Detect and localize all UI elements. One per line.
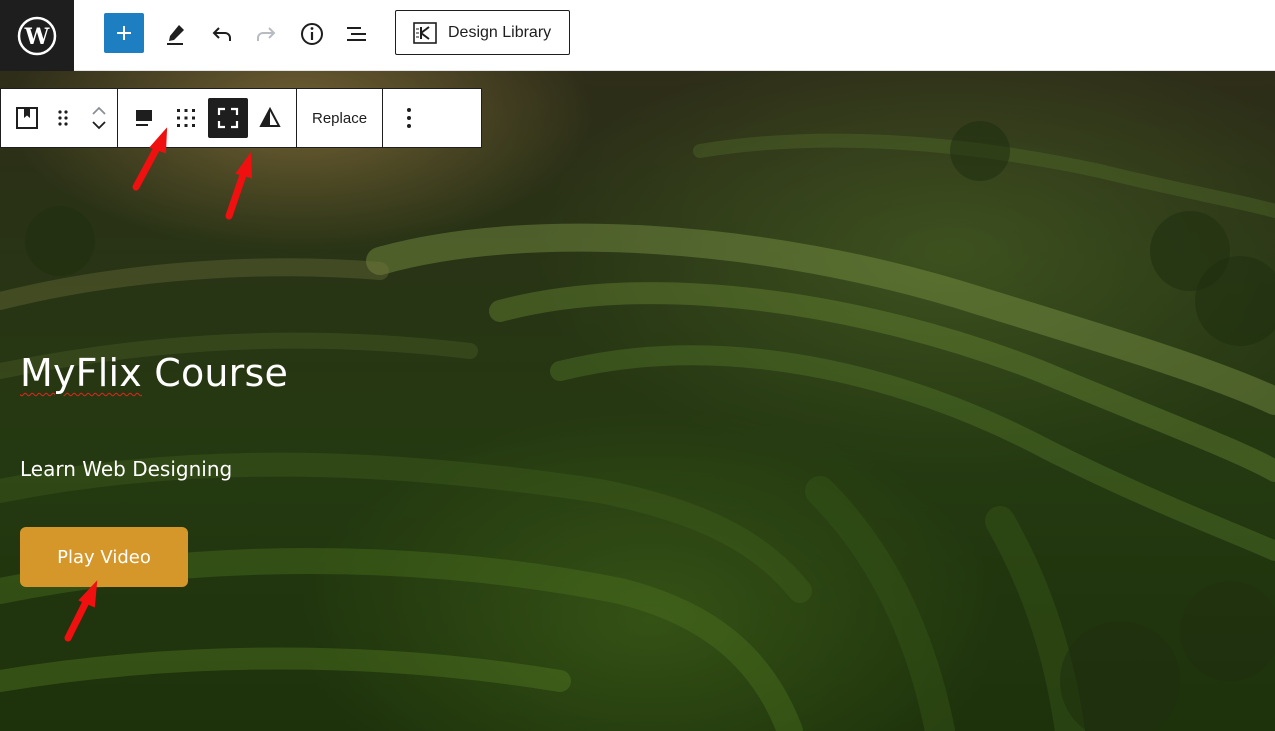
redo-icon bbox=[257, 27, 276, 41]
info-icon bbox=[301, 23, 323, 45]
full-height-icon bbox=[217, 107, 239, 129]
drag-handle-icon bbox=[58, 110, 68, 126]
list-view-icon bbox=[347, 27, 366, 41]
more-options-icon bbox=[407, 108, 412, 128]
undo-icon bbox=[212, 27, 231, 41]
tools-button[interactable] bbox=[156, 14, 196, 54]
pencil-icon bbox=[167, 25, 184, 45]
plus-icon bbox=[117, 26, 131, 40]
chevron-down-icon[interactable] bbox=[90, 120, 108, 130]
block-options-button[interactable] bbox=[389, 98, 429, 138]
play-video-button[interactable]: Play Video bbox=[20, 527, 188, 587]
cover-block-icon bbox=[16, 107, 38, 129]
block-toolbar-group-block bbox=[1, 89, 118, 147]
block-toolbar-group-more bbox=[383, 89, 435, 147]
hero-subtitle[interactable]: Learn Web Designing bbox=[20, 457, 232, 481]
block-toolbar: Replace bbox=[0, 88, 482, 148]
wordpress-logo-icon: W bbox=[17, 16, 57, 55]
svg-text:W: W bbox=[24, 24, 50, 50]
replace-media-button[interactable]: Replace bbox=[303, 110, 376, 127]
block-toolbar-group-media: Replace bbox=[297, 89, 384, 147]
hero-title[interactable]: MyFlix Course bbox=[20, 351, 288, 395]
drag-handle-button[interactable] bbox=[49, 98, 77, 138]
hero-title-flagged-word: MyFlix bbox=[20, 351, 142, 395]
matrix-position-icon bbox=[177, 109, 195, 127]
design-library-icon bbox=[413, 21, 437, 44]
wordpress-logo-button[interactable]: W bbox=[0, 0, 74, 71]
cover-block[interactable]: MyFlix Course Learn Web Designing Play V… bbox=[0, 71, 1275, 731]
cover-overlay bbox=[0, 71, 1275, 731]
undo-button[interactable] bbox=[202, 14, 242, 54]
details-button[interactable] bbox=[292, 14, 332, 54]
chevron-up-icon[interactable] bbox=[90, 106, 108, 116]
block-mover bbox=[87, 93, 111, 143]
list-view-button[interactable] bbox=[337, 14, 377, 54]
redo-button[interactable] bbox=[246, 14, 286, 54]
duotone-button[interactable] bbox=[250, 98, 290, 138]
add-block-button[interactable] bbox=[104, 13, 144, 53]
hero-title-rest: Course bbox=[141, 351, 289, 395]
content-position-button[interactable] bbox=[166, 98, 206, 138]
align-button[interactable] bbox=[124, 98, 164, 138]
align-icon bbox=[136, 110, 152, 126]
editor-top-bar: W Design Library bbox=[0, 0, 1275, 71]
design-library-label: Design Library bbox=[448, 23, 552, 41]
block-toolbar-group-layout bbox=[118, 89, 297, 147]
full-height-toggle[interactable] bbox=[208, 98, 248, 138]
cover-block-type-button[interactable] bbox=[7, 98, 47, 138]
design-library-button[interactable]: Design Library bbox=[395, 10, 570, 55]
contrast-icon bbox=[259, 106, 281, 127]
